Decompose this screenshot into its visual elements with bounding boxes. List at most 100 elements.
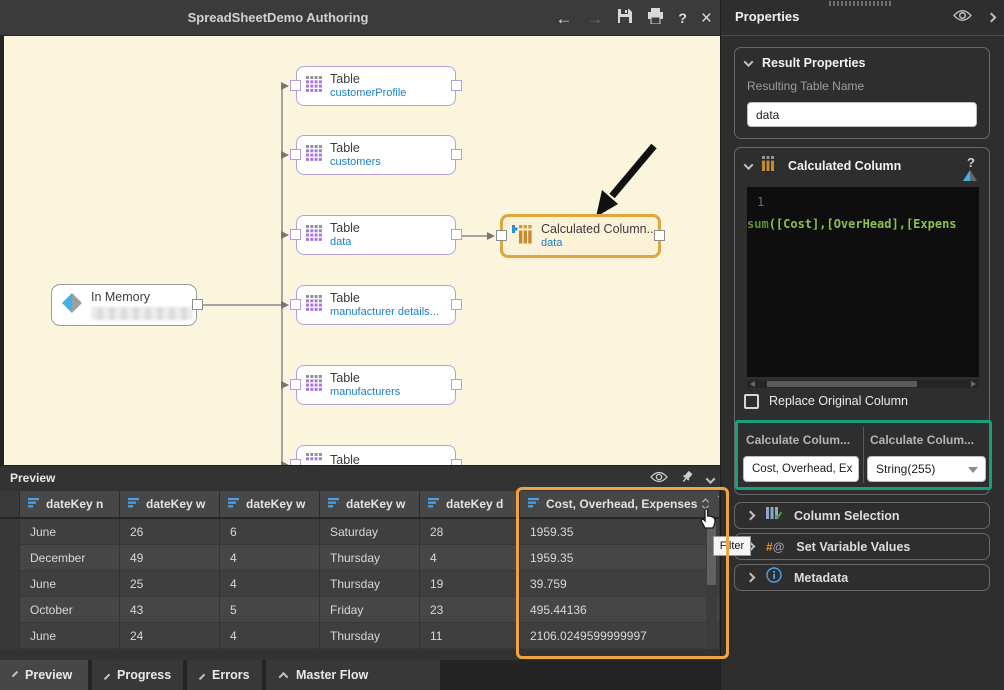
- input-port[interactable]: [290, 80, 301, 91]
- grid-column-header[interactable]: Calculate Colum...: [746, 428, 858, 452]
- row-gutter[interactable]: [0, 623, 20, 649]
- output-port[interactable]: [192, 299, 203, 310]
- group-title: Calculated Column: [788, 159, 901, 173]
- input-port[interactable]: [496, 230, 507, 241]
- cell[interactable]: 26: [120, 519, 220, 545]
- row-gutter[interactable]: [0, 519, 20, 545]
- row-gutter[interactable]: [0, 545, 20, 571]
- cell[interactable]: 49: [120, 545, 220, 571]
- output-port[interactable]: [451, 379, 462, 390]
- grid-column-header[interactable]: Calculate Colum...: [870, 428, 985, 452]
- cell[interactable]: Thursday: [320, 571, 420, 597]
- node-table-manufacturer-details[interactable]: Table manufacturer details...: [296, 285, 456, 325]
- collapse-panel-icon[interactable]: [987, 12, 997, 22]
- node-in-memory[interactable]: In Memory: [51, 284, 197, 326]
- formula-code-editor[interactable]: 1 sum([Cost],[OverHead],[Expens: [747, 187, 979, 377]
- input-port[interactable]: [290, 379, 301, 390]
- collapse-panel-icon[interactable]: [706, 474, 716, 484]
- column-header[interactable]: dateKey w: [320, 491, 420, 519]
- tab-master-flow[interactable]: Master Flow: [266, 660, 440, 690]
- node-type: Table: [330, 72, 406, 86]
- sort-bars-icon: [28, 497, 40, 511]
- output-port[interactable]: [451, 80, 462, 91]
- scroll-right-icon[interactable]: [971, 381, 976, 387]
- cell[interactable]: Saturday: [320, 519, 420, 545]
- print-icon[interactable]: [647, 8, 664, 29]
- cell[interactable]: 4: [220, 571, 320, 597]
- row-gutter[interactable]: [0, 597, 20, 623]
- eye-icon[interactable]: [650, 470, 668, 488]
- chevron-down-icon: [12, 670, 18, 676]
- chevron-up-icon: [279, 671, 289, 681]
- cell[interactable]: 24: [120, 623, 220, 649]
- cell[interactable]: Friday: [320, 597, 420, 623]
- editor-horizontal-scrollbar[interactable]: [747, 380, 979, 388]
- cell[interactable]: Thursday: [320, 545, 420, 571]
- tab-progress[interactable]: Progress: [92, 660, 183, 690]
- chevron-down-icon[interactable]: [744, 160, 754, 170]
- cell[interactable]: 4: [220, 623, 320, 649]
- tab-errors[interactable]: Errors: [187, 660, 262, 690]
- close-icon[interactable]: ×: [701, 9, 712, 28]
- resulting-table-name-input[interactable]: data: [747, 102, 977, 127]
- node-name: manufacturer details...: [330, 306, 439, 319]
- node-table-customerprofile[interactable]: Table customerProfile: [296, 66, 456, 106]
- output-port[interactable]: [451, 299, 462, 310]
- cell[interactable]: 25: [120, 571, 220, 597]
- output-port[interactable]: [654, 230, 665, 241]
- column-header[interactable]: dateKey w: [120, 491, 220, 519]
- scroll-left-icon[interactable]: [750, 381, 755, 387]
- sort-bars-icon: [428, 497, 440, 511]
- output-port[interactable]: [451, 229, 462, 240]
- chevron-up-icon: [199, 673, 205, 679]
- scrollbar-thumb[interactable]: [767, 381, 917, 387]
- section-set-variable-values[interactable]: #@ Set Variable Values: [734, 533, 990, 560]
- pin-icon[interactable]: [681, 470, 694, 488]
- input-port[interactable]: [290, 299, 301, 310]
- column-type-select[interactable]: String(255): [867, 456, 986, 482]
- section-metadata[interactable]: Metadata: [734, 564, 990, 591]
- tab-preview[interactable]: Preview: [0, 660, 88, 690]
- chevron-right-icon: [746, 573, 756, 583]
- column-header[interactable]: dateKey n: [20, 491, 120, 519]
- node-table-clipped[interactable]: Table: [296, 445, 456, 465]
- node-calculated-column[interactable]: Calculated Column.. data: [500, 214, 661, 258]
- cell[interactable]: 4: [220, 545, 320, 571]
- flow-canvas[interactable]: Table customerProfile Table customers Ta…: [0, 36, 720, 465]
- cell[interactable]: October: [20, 597, 120, 623]
- node-table-customers[interactable]: Table customers: [296, 135, 456, 175]
- column-header[interactable]: dateKey d: [420, 491, 520, 519]
- back-icon[interactable]: ←: [555, 10, 572, 27]
- cell[interactable]: June: [20, 623, 120, 649]
- chevron-down-icon[interactable]: [744, 57, 754, 67]
- cell[interactable]: 43: [120, 597, 220, 623]
- input-port[interactable]: [290, 149, 301, 160]
- output-port[interactable]: [451, 149, 462, 160]
- cell[interactable]: December: [20, 545, 120, 571]
- row-gutter[interactable]: [0, 571, 20, 597]
- calculated-column-icon: [762, 156, 778, 176]
- forward-icon[interactable]: →: [586, 10, 603, 27]
- sort-bars-icon: [328, 497, 340, 511]
- eye-icon[interactable]: [953, 9, 972, 27]
- cell[interactable]: 6: [220, 519, 320, 545]
- node-table-manufacturers[interactable]: Table manufacturers: [296, 365, 456, 405]
- cell[interactable]: June: [20, 571, 120, 597]
- cell[interactable]: 23: [420, 597, 520, 623]
- annotation-arrow: [596, 146, 654, 217]
- save-icon[interactable]: [617, 8, 633, 29]
- cell[interactable]: 28: [420, 519, 520, 545]
- section-column-selection[interactable]: Column Selection: [734, 502, 990, 529]
- column-header[interactable]: dateKey w: [220, 491, 320, 519]
- cell[interactable]: 5: [220, 597, 320, 623]
- cell[interactable]: 11: [420, 623, 520, 649]
- help-icon[interactable]: ?: [678, 11, 687, 25]
- column-name-input[interactable]: Cost, Overhead, Ex: [743, 456, 859, 482]
- cell[interactable]: 4: [420, 545, 520, 571]
- input-port[interactable]: [290, 229, 301, 240]
- replace-original-column-checkbox[interactable]: [744, 394, 759, 409]
- node-table-data[interactable]: Table data: [296, 215, 456, 255]
- cell[interactable]: Thursday: [320, 623, 420, 649]
- cell[interactable]: 19: [420, 571, 520, 597]
- cell[interactable]: June: [20, 519, 120, 545]
